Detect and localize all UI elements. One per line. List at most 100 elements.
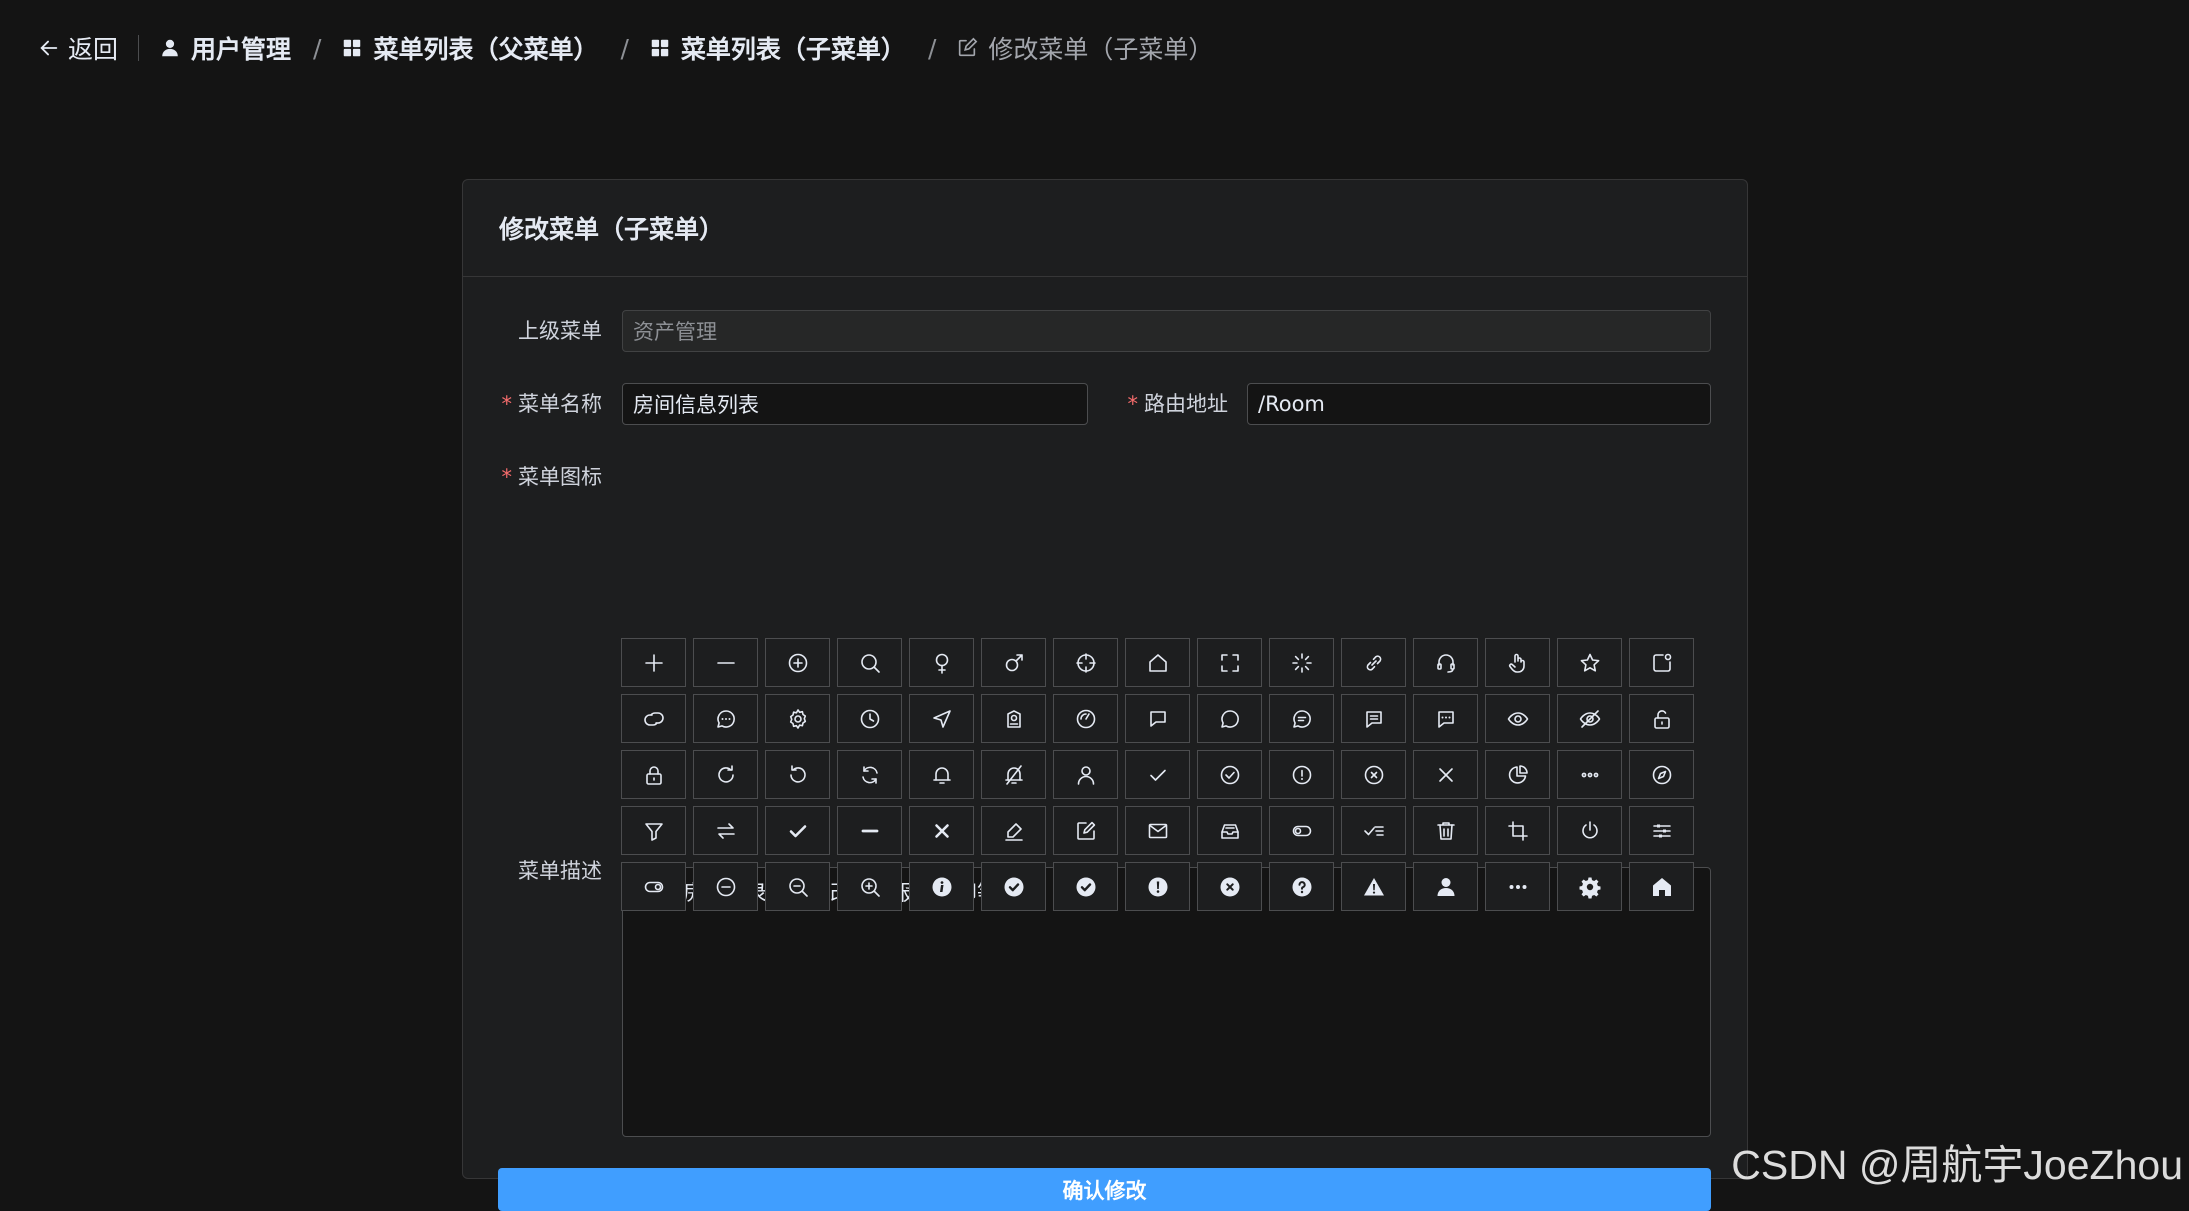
icon-option-setting[interactable] [765,694,830,743]
icon-option-tools[interactable] [1557,862,1622,911]
menu-name-input[interactable]: 房间信息列表 [622,383,1088,425]
icon-option-message[interactable] [1125,806,1190,855]
chat-line-round-icon [1290,707,1314,731]
icon-option-delete[interactable] [1413,806,1478,855]
icon-option-home-filled[interactable] [1629,862,1694,911]
grid-icon [649,37,671,59]
icon-option-refresh-right[interactable] [693,750,758,799]
menu-name-label-text: 菜单名称 [518,392,602,416]
icon-option-pie-chart[interactable] [1485,750,1550,799]
icon-option-chat-line-square[interactable] [1341,694,1406,743]
icon-option-pointer[interactable] [1485,638,1550,687]
pointer-icon [1506,651,1530,675]
hide-icon [1578,707,1602,731]
icon-option-warning-filled[interactable] [1125,862,1190,911]
icon-option-loading[interactable] [1269,638,1334,687]
icon-option-warn-triangle-filled[interactable] [1341,862,1406,911]
icon-option-lock[interactable] [621,750,686,799]
semi-select-icon [858,819,882,843]
icon-option-search[interactable] [837,638,902,687]
icon-option-circle-check-filled[interactable] [981,862,1046,911]
question-filled-icon [1290,875,1314,899]
breadcrumb-item-parent-menu-list[interactable]: 菜单列表（父菜单） [341,30,598,66]
grid-icon [341,37,363,59]
route-input[interactable]: /Room [1247,383,1711,425]
icon-option-turn-off[interactable] [1269,806,1334,855]
icon-option-close[interactable] [1413,750,1478,799]
icon-option-crop[interactable] [1485,806,1550,855]
chat-dot-round-icon [714,707,738,731]
icon-option-chat-dot-square[interactable] [1413,694,1478,743]
icon-option-connection[interactable] [621,694,686,743]
icon-option-circle-plus[interactable] [765,638,830,687]
icon-option-select[interactable] [765,806,830,855]
icon-option-success-filled[interactable] [1053,862,1118,911]
icon-option-minus[interactable] [693,638,758,687]
icon-option-circle-check[interactable] [1197,750,1262,799]
icon-option-user[interactable] [1053,750,1118,799]
icon-option-position[interactable] [909,694,974,743]
icon-option-link[interactable] [1341,638,1406,687]
icon-option-refresh[interactable] [837,750,902,799]
icon-option-chat-round[interactable] [1197,694,1262,743]
icon-option-switch[interactable] [693,806,758,855]
chat-square-icon [1146,707,1170,731]
icon-option-semi-select[interactable] [837,806,902,855]
icon-option-zoom-out[interactable] [765,862,830,911]
icon-option-close-bold[interactable] [909,806,974,855]
plus-icon [642,651,666,675]
icon-option-chat-square[interactable] [1125,694,1190,743]
icon-option-edit[interactable] [1053,806,1118,855]
icon-option-bell[interactable] [909,750,974,799]
icon-option-question-filled[interactable] [1269,862,1334,911]
icon-option-refresh-left[interactable] [765,750,830,799]
icon-option-info-filled[interactable] [909,862,974,911]
icon-option-hide[interactable] [1557,694,1622,743]
breadcrumb-item-user-management[interactable]: 用户管理 [159,30,291,66]
icon-option-star[interactable] [1557,638,1622,687]
icon-option-mute-notification[interactable] [981,750,1046,799]
tools-icon [1578,875,1602,899]
icon-option-chat-line-round[interactable] [1269,694,1334,743]
icon-option-more[interactable] [1557,750,1622,799]
icon-option-male[interactable] [981,638,1046,687]
confirm-edit-button[interactable]: 确认修改 [498,1168,1711,1211]
icon-option-postcard[interactable] [981,694,1046,743]
icon-option-finished[interactable] [1341,806,1406,855]
icon-option-open[interactable] [621,862,686,911]
icon-option-zoom-in[interactable] [837,862,902,911]
icon-option-odometer[interactable] [1053,694,1118,743]
icon-option-unlock[interactable] [1629,694,1694,743]
icon-option-more-filled[interactable] [1485,862,1550,911]
icon-option-switch-button[interactable] [1557,806,1622,855]
icon-option-plus[interactable] [621,638,686,687]
icon-option-full-screen[interactable] [1197,638,1262,687]
back-button[interactable]: 返回 [38,35,139,61]
breadcrumb-separator: / [313,34,321,63]
icon-option-operation[interactable] [1629,806,1694,855]
chat-line-square-icon [1362,707,1386,731]
icon-option-filter[interactable] [621,806,686,855]
breadcrumb-item-child-menu-list[interactable]: 菜单列表（子菜单） [649,30,906,66]
icon-option-clock[interactable] [837,694,902,743]
icon-option-message-box[interactable] [1197,806,1262,855]
icon-option-circle-close-filled[interactable] [1197,862,1262,911]
icon-option-edit-pen[interactable] [981,806,1046,855]
icon-option-compass[interactable] [1629,750,1694,799]
icon-option-warning[interactable] [1269,750,1334,799]
icon-option-user-filled[interactable] [1413,862,1478,911]
icon-option-female[interactable] [909,638,974,687]
refresh-icon [858,763,882,787]
icon-option-remove[interactable] [693,862,758,911]
icon-option-circle-close[interactable] [1341,750,1406,799]
icon-option-aim[interactable] [1053,638,1118,687]
icon-option-chat-dot-round[interactable] [693,694,758,743]
icon-option-service[interactable] [1413,638,1478,687]
open-icon [642,875,666,899]
icon-option-view[interactable] [1485,694,1550,743]
icon-option-check[interactable] [1125,750,1190,799]
icon-option-notification[interactable] [1629,638,1694,687]
parent-menu-label-text: 上级菜单 [518,319,602,343]
icon-option-house[interactable] [1125,638,1190,687]
setting-icon [786,707,810,731]
